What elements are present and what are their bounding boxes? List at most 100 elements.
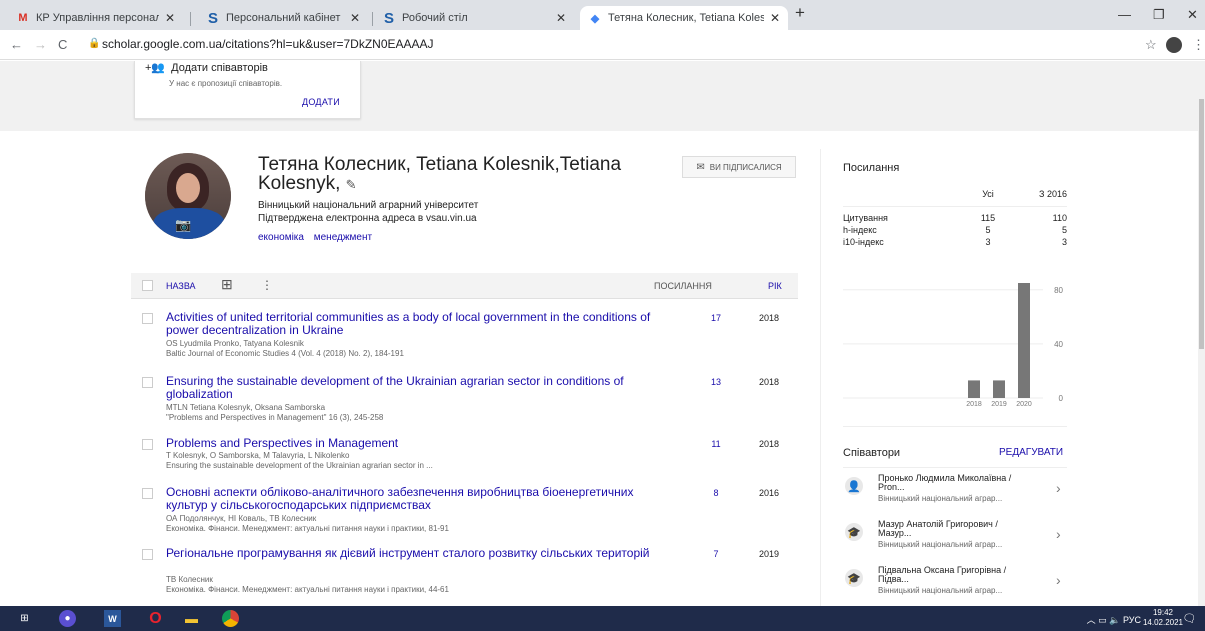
tab-title: Робочий стіл (402, 12, 468, 24)
url-bar[interactable]: scholar.google.com.ua/citations?hl=uk&us… (102, 37, 434, 51)
article-cited-by[interactable]: 8 (706, 488, 726, 498)
article-title[interactable]: Регіональне програмування як дієвий інст… (166, 547, 666, 560)
row-checkbox[interactable] (142, 549, 153, 560)
profile-avatar-icon[interactable] (1166, 37, 1182, 53)
article-title[interactable]: Основні аспекти обліково-аналітичного за… (166, 486, 666, 512)
stats-label: h-індекс (843, 225, 877, 235)
x-tick-label: 2018 (966, 401, 982, 408)
article-cited-by[interactable]: 7 (706, 549, 726, 559)
coauthor-item[interactable]: 👤 Пронько Людмила Миколаївна / Pron... В… (843, 474, 1067, 512)
bar-2018 (968, 380, 980, 398)
bookmark-star-icon[interactable]: ☆ (1145, 37, 1157, 53)
coauthor-name[interactable]: Пронько Людмила Миколаївна / Pron... (878, 474, 1023, 492)
y-tick-label: 80 (1054, 286, 1063, 295)
article-title[interactable]: Activities of united territorial communi… (166, 311, 666, 337)
article-cited-by[interactable]: 17 (706, 313, 726, 323)
article-venue: "Problems and Perspectives in Management… (166, 413, 384, 422)
coauthor-suggest-text: У нас є пропозиції співавторів. (169, 79, 283, 88)
close-tab-icon[interactable]: ✕ (556, 11, 566, 25)
reload-icon[interactable]: C (58, 37, 67, 52)
windows-start-icon[interactable]: ⊞ (16, 610, 33, 627)
page-scrollbar[interactable] (1198, 61, 1205, 606)
bar-2020 (1018, 283, 1030, 398)
interest-link[interactable]: менеджмент (314, 232, 372, 243)
stats-all: 3 (985, 237, 991, 247)
volume-icon[interactable]: 🔈 (1109, 615, 1120, 625)
tab-personal-cabinet[interactable]: S Персональний кабінет ✕ (198, 6, 368, 30)
close-window-icon[interactable]: ✕ (1187, 7, 1198, 23)
row-checkbox[interactable] (142, 313, 153, 324)
system-tray[interactable]: ︿ ▭ 🔈 РУС (1087, 613, 1141, 626)
menu-dots-icon[interactable]: ⋮ (1192, 37, 1205, 53)
chevron-right-icon[interactable]: › (1056, 572, 1061, 588)
minimize-icon[interactable]: — (1118, 7, 1131, 22)
word-icon[interactable]: W (104, 610, 121, 627)
sort-by-title[interactable]: НАЗВА (166, 281, 196, 291)
follow-label: ВИ ПІДПИСАЛИСЯ (709, 162, 782, 172)
notifications-icon[interactable]: 🗨 (1181, 610, 1198, 627)
chevron-up-icon[interactable]: ︿ (1087, 615, 1096, 625)
tab-gmail[interactable]: M КР Управління персоналом - sc ✕ (8, 6, 183, 30)
sort-by-year[interactable]: РІК (768, 281, 782, 291)
col-since: З 2016 (1039, 189, 1067, 199)
table-row: Activities of united territorial communi… (131, 311, 798, 361)
article-authors: ОА Подолянчук, НІ Коваль, ТВ Колесник (166, 514, 317, 523)
clock[interactable]: 19:42 14.02.2021 (1143, 608, 1183, 628)
y-tick-label: 0 (1059, 394, 1064, 403)
network-icon[interactable]: ▭ (1098, 615, 1107, 625)
new-tab-button[interactable]: + (795, 3, 805, 23)
scrollbar-thumb[interactable] (1199, 99, 1204, 349)
maximize-icon[interactable]: ❐ (1153, 7, 1165, 23)
x-tick-label: 2020 (1016, 401, 1032, 408)
clock-time: 19:42 (1152, 608, 1173, 617)
opera-icon[interactable]: O (147, 610, 164, 627)
coauthor-name[interactable]: Мазур Анатолій Григорович / Мазур... (878, 520, 1023, 538)
camera-icon[interactable]: 📷 (175, 217, 191, 233)
tab-separator (190, 12, 191, 26)
coauthors-heading: Співавтори (843, 447, 901, 459)
forward-icon[interactable]: → (34, 37, 47, 52)
file-explorer-icon[interactable]: ▬ (183, 610, 200, 627)
article-venue: Економіка. Фінанси. Менеджмент: актуальн… (166, 585, 449, 594)
tab-desktop[interactable]: S Робочий стіл ✕ (374, 6, 574, 30)
article-cited-by[interactable]: 11 (706, 439, 726, 449)
profile-affiliation[interactable]: Вінницький національний аграрний універс… (258, 200, 478, 211)
article-title[interactable]: Problems and Perspectives in Management (166, 437, 666, 450)
edit-coauthors-button[interactable]: РЕДАГУВАТИ (999, 447, 1063, 458)
close-tab-icon[interactable]: ✕ (770, 11, 780, 25)
add-article-icon[interactable]: ⊞ (221, 276, 233, 293)
row-checkbox[interactable] (142, 377, 153, 388)
back-icon[interactable]: ← (10, 37, 23, 52)
add-coauthor-button[interactable]: ДОДАТИ (302, 97, 340, 107)
row-checkbox[interactable] (142, 488, 153, 499)
article-cited-by[interactable]: 13 (706, 377, 726, 387)
follow-button[interactable]: ✉ ВИ ПІДПИСАЛИСЯ (682, 156, 796, 178)
close-tab-icon[interactable]: ✕ (165, 11, 175, 25)
article-year: 2016 (759, 488, 780, 498)
stats-since: 5 (1061, 225, 1067, 235)
chrome-icon[interactable] (222, 610, 239, 627)
coauthor-item[interactable]: 🎓 Підвальна Оксана Григорівна / Підва...… (843, 566, 1067, 604)
sort-by-citations[interactable]: ПОСИЛАННЯ (654, 281, 712, 291)
coauthor-item[interactable]: 🎓 Мазур Анатолій Григорович / Мазур... В… (843, 520, 1067, 558)
chevron-right-icon[interactable]: › (1056, 526, 1061, 542)
windows-taskbar: ⊞ ● W O ▬ ︿ ▭ 🔈 РУС 19:42 14.02.2021 🗨 (0, 606, 1205, 631)
chevron-right-icon[interactable]: › (1056, 480, 1061, 496)
language-indicator[interactable]: РУС (1123, 615, 1141, 625)
row-checkbox[interactable] (142, 439, 153, 450)
edit-pencil-icon[interactable]: ✎ (346, 177, 357, 192)
envelope-icon: ✉ (696, 161, 705, 173)
article-venue: Ensuring the sustainable development of … (166, 461, 433, 470)
tab-scholar[interactable]: ◆ Тетяна Колесник, Tetiana Kolesn ✕ (580, 6, 788, 30)
gmail-icon: M (18, 12, 28, 24)
article-title[interactable]: Ensuring the sustainable development of … (166, 375, 666, 401)
close-tab-icon[interactable]: ✕ (350, 11, 360, 25)
more-actions-icon[interactable]: ⋮ (261, 278, 273, 292)
coauthor-name[interactable]: Підвальна Оксана Григорівна / Підва... (878, 566, 1023, 584)
panel-divider (820, 149, 821, 606)
select-all-checkbox[interactable] (142, 280, 153, 291)
interest-link[interactable]: економіка (258, 232, 304, 243)
cortana-icon[interactable]: ● (59, 610, 76, 627)
profile-photo[interactable]: 📷 (145, 153, 231, 239)
table-row: Регіональне програмування як дієвий інст… (131, 547, 798, 597)
